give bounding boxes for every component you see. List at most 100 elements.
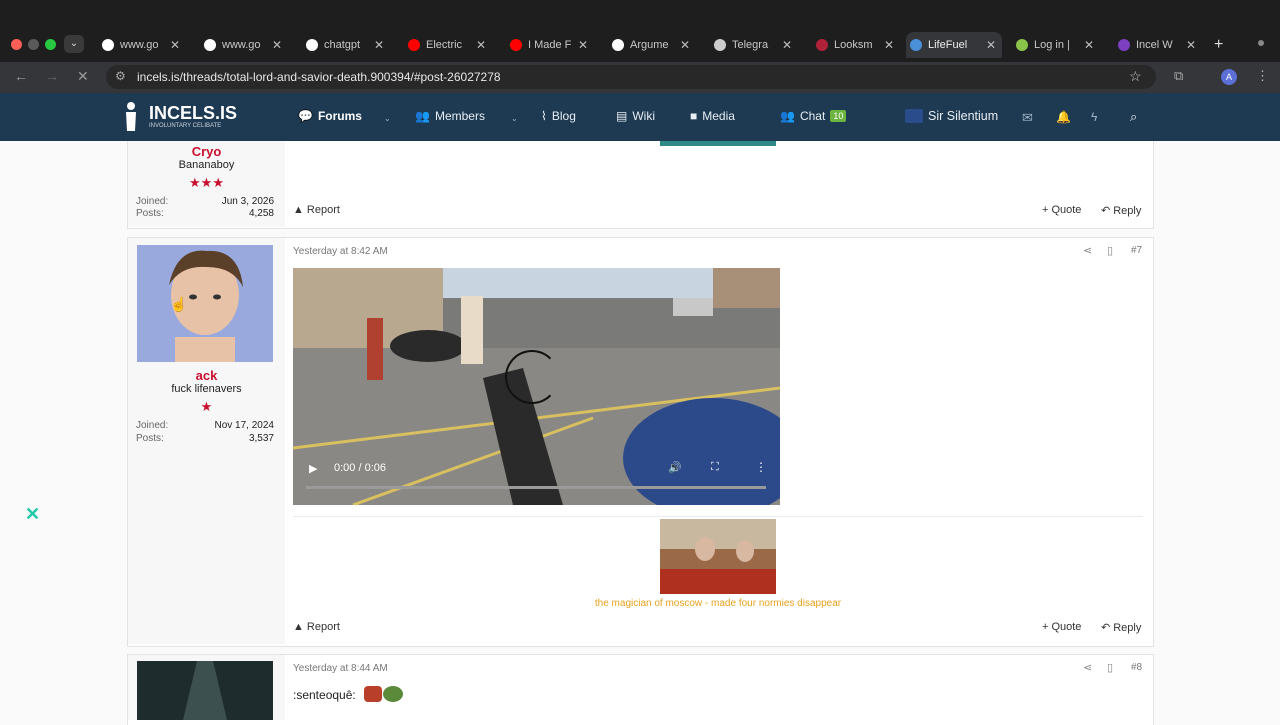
- back-button[interactable]: ←: [14, 68, 28, 84]
- bolt-icon[interactable]: ϟ: [1091, 110, 1097, 124]
- reply-icon: ↶: [1101, 205, 1111, 217]
- quote-button[interactable]: + Quote: [1042, 621, 1081, 633]
- volume-icon[interactable]: 🔊: [668, 461, 682, 474]
- site-info-icon[interactable]: ⚙: [115, 69, 126, 83]
- extensions-icon[interactable]: ⧉: [1174, 68, 1183, 84]
- browser-tab[interactable]: Argume ✕: [608, 32, 694, 58]
- image-caption[interactable]: the magician of moscow - made four normi…: [293, 598, 1143, 609]
- portrait-icon: [137, 245, 273, 362]
- quote-button[interactable]: + Quote: [1042, 204, 1081, 216]
- close-tab-icon[interactable]: ✕: [374, 38, 384, 52]
- browser-tab[interactable]: Log in | ✕: [1012, 32, 1098, 58]
- user-menu[interactable]: Sir Silentium: [905, 109, 998, 123]
- user-title: Bananaboy: [178, 159, 235, 171]
- members-icon: 👥: [415, 109, 430, 123]
- close-tab-icon[interactable]: ✕: [1084, 38, 1094, 52]
- post-number[interactable]: #7: [1131, 245, 1142, 256]
- post-number[interactable]: #8: [1131, 662, 1142, 673]
- google-icon: [204, 39, 216, 51]
- post-timestamp[interactable]: Yesterday at 8:42 AM: [293, 246, 388, 257]
- close-tab-icon[interactable]: ✕: [1186, 38, 1196, 52]
- members-dropdown-icon[interactable]: ⌄: [511, 114, 518, 123]
- tab-search-button[interactable]: ⌄: [64, 35, 84, 53]
- close-tab-icon[interactable]: ✕: [986, 38, 996, 52]
- post-image-bottom[interactable]: [660, 141, 776, 146]
- browser-tab[interactable]: www.go ✕: [200, 32, 286, 58]
- browser-tab[interactable]: Electric ✕: [404, 32, 490, 58]
- stop-loading-button[interactable]: ✕: [77, 68, 89, 85]
- minimize-window-button[interactable]: [28, 39, 39, 50]
- bookmark-star-icon[interactable]: ☆: [1129, 68, 1142, 85]
- play-icon[interactable]: ▶: [309, 462, 317, 475]
- browser-tab[interactable]: I Made F ✕: [506, 32, 592, 58]
- nav-blog[interactable]: ⌇ Blog: [541, 109, 576, 123]
- reply-button[interactable]: ↶ Reply: [1101, 621, 1141, 635]
- close-tab-icon[interactable]: ✕: [476, 38, 486, 52]
- inbox-icon[interactable]: ✉: [1022, 110, 1033, 126]
- video-progress-track[interactable]: [306, 486, 766, 489]
- chat-icon: 👥: [780, 109, 795, 123]
- plus-icon: +: [1042, 621, 1049, 633]
- tab-label: www.go: [222, 39, 261, 51]
- maximize-window-button[interactable]: [45, 39, 56, 50]
- share-icon[interactable]: ⋖: [1083, 661, 1092, 674]
- chat-count-badge: 10: [830, 110, 847, 122]
- browser-tab[interactable]: chatgpt ✕: [302, 32, 388, 58]
- google-icon: [102, 39, 114, 51]
- nav-chat[interactable]: 👥 Chat 10: [780, 109, 847, 123]
- report-button[interactable]: ▲ Report: [293, 204, 340, 216]
- url-text: incels.is/threads/total-lord-and-savior-…: [137, 70, 501, 84]
- bookmark-icon[interactable]: ▯: [1107, 661, 1113, 674]
- browser-tab[interactable]: Looksm ✕: [812, 32, 898, 58]
- close-tab-icon[interactable]: ✕: [884, 38, 894, 52]
- browser-tab[interactable]: Telegra ✕: [710, 32, 796, 58]
- emoji-icon: [383, 686, 403, 702]
- username[interactable]: Cryo: [128, 144, 285, 159]
- forward-button[interactable]: →: [45, 68, 59, 84]
- attached-image[interactable]: [660, 519, 776, 594]
- warning-icon: ▲: [293, 621, 304, 633]
- post-timestamp[interactable]: Yesterday at 8:44 AM: [293, 663, 388, 674]
- alerts-bell-icon[interactable]: 🔔: [1056, 110, 1071, 124]
- close-tab-icon[interactable]: ✕: [272, 38, 282, 52]
- incels-icon: [910, 39, 922, 51]
- nav-forums[interactable]: 💬 Forums: [298, 109, 362, 123]
- address-field[interactable]: ⚙ incels.is/threads/total-lord-and-savio…: [106, 65, 1156, 89]
- book-icon: ▤: [616, 109, 628, 123]
- logo-text: INCELS.IS: [149, 103, 238, 123]
- browser-tab[interactable]: www.go ✕: [98, 32, 184, 58]
- profile-avatar[interactable]: A: [1221, 69, 1237, 85]
- user-avatar-photo[interactable]: [137, 661, 273, 720]
- video-camera-icon: ■: [690, 109, 698, 123]
- tab-label: Looksm: [834, 39, 873, 51]
- search-icon[interactable]: ⌕: [1130, 109, 1137, 125]
- hand-cursor-icon: ☝: [170, 296, 188, 312]
- browser-tab[interactable]: LifeFuel ✕: [906, 32, 1002, 58]
- username[interactable]: ack: [128, 368, 285, 383]
- close-tab-icon[interactable]: ✕: [782, 38, 792, 52]
- user-title: fuck lifenavers: [171, 383, 242, 395]
- tab-label: I Made F: [528, 39, 572, 51]
- new-tab-button[interactable]: +: [1214, 36, 1223, 54]
- fullscreen-icon[interactable]: ⛶: [711, 461, 719, 474]
- reply-button[interactable]: ↶ Reply: [1101, 204, 1141, 218]
- browser-menu-icon[interactable]: ⋮: [1256, 68, 1269, 84]
- browser-tab[interactable]: Incel W ✕: [1114, 32, 1200, 58]
- video-menu-icon[interactable]: ⋮: [755, 460, 767, 474]
- forums-dropdown-icon[interactable]: ⌄: [384, 114, 391, 123]
- nav-members[interactable]: 👥 Members: [415, 109, 485, 123]
- logo-figure-icon: [126, 102, 136, 131]
- close-tab-icon[interactable]: ✕: [680, 38, 690, 52]
- video-player[interactable]: ▶ 0:00 / 0:06 🔊 ⛶ ⋮: [293, 268, 780, 505]
- user-avatar-photo[interactable]: [137, 245, 273, 362]
- nav-media[interactable]: ■ Media: [690, 109, 735, 123]
- report-button[interactable]: ▲ Report: [293, 621, 340, 633]
- share-icon[interactable]: ⋖: [1083, 244, 1092, 257]
- close-tab-icon[interactable]: ✕: [170, 38, 180, 52]
- divider: [293, 516, 1143, 517]
- close-window-button[interactable]: [11, 39, 22, 50]
- logo-subtitle: INVOLUNTARY CELIBATE: [149, 123, 222, 129]
- close-tab-icon[interactable]: ✕: [578, 38, 588, 52]
- bookmark-icon[interactable]: ▯: [1107, 244, 1113, 257]
- nav-wiki[interactable]: ▤ Wiki: [616, 109, 655, 123]
